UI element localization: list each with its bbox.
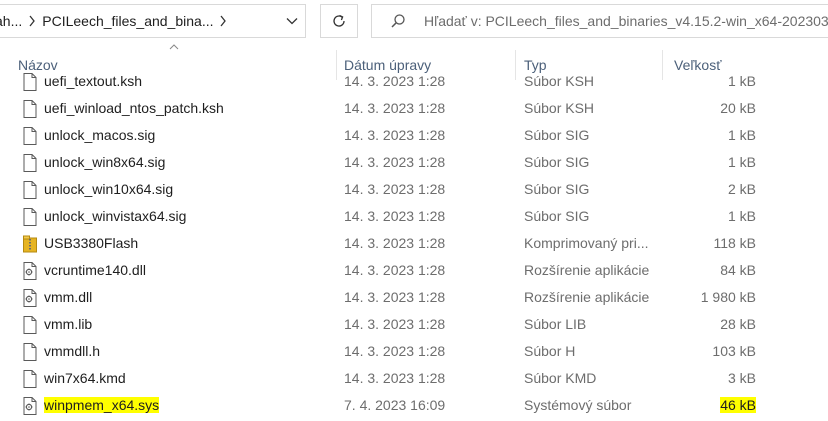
file-type: Systémový súbor: [524, 397, 632, 413]
file-type: Súbor KSH: [524, 100, 595, 116]
search-input[interactable]: Hľadať v: PCILeech_files_and_binaries_v4…: [371, 4, 828, 38]
file-date: 14. 3. 2023 1:28: [344, 235, 446, 251]
search-placeholder: Hľadať v: PCILeech_files_and_binaries_v4…: [424, 13, 828, 29]
search-icon: [372, 13, 424, 29]
file-type: Súbor KMD: [524, 370, 597, 386]
chevron-down-icon: [286, 18, 298, 25]
file-size: 1 kB: [727, 73, 756, 89]
file-date: 14. 3. 2023 1:28: [344, 370, 446, 386]
file-name: winpmem_x64.sys: [44, 397, 160, 413]
file-size: 1 kB: [727, 127, 756, 143]
file-date: 14. 3. 2023 1:28: [344, 262, 446, 278]
chevron-right-icon[interactable]: [22, 15, 42, 27]
file-size: 84 kB: [720, 262, 756, 278]
file-name: uefi_winload_ntos_patch.ksh: [44, 100, 224, 116]
refresh-button[interactable]: [320, 4, 358, 38]
file-name: vmmdll.h: [44, 343, 101, 359]
file-size: 46 kB: [720, 397, 756, 413]
file-name: USB3380Flash: [44, 235, 139, 251]
file-type: Súbor SIG: [524, 154, 590, 170]
file-row[interactable]: unlock_macos.sig 14. 3. 2023 1:28 Súbor SI…: [0, 122, 828, 149]
zip-folder-icon: [23, 235, 37, 253]
file-date: 14. 3. 2023 1:28: [344, 127, 446, 143]
blank-file-icon: [23, 370, 37, 388]
file-name: vcruntime140.dll: [44, 262, 146, 278]
file-row[interactable]: vcruntime140.dll 14. 3. 2023 1:28 Rozšíren…: [0, 257, 828, 284]
file-name: win7x64.kmd: [44, 370, 126, 386]
file-type: Súbor LIB: [524, 316, 587, 332]
file-date: 14. 3. 2023 1:28: [344, 316, 446, 332]
file-size: 1 980 kB: [700, 289, 756, 305]
file-size: 118 kB: [713, 235, 756, 251]
file-name: uefi_textout.ksh: [44, 73, 143, 89]
file-row[interactable]: USB3380Flash 14. 3. 2023 1:28 Komprimovaný…: [0, 230, 828, 257]
address-dropdown-button[interactable]: [278, 5, 306, 37]
address-bar: ah... PCILeech_files_and_bina... Hľadať …: [0, 0, 828, 44]
file-date: 14. 3. 2023 1:28: [344, 100, 446, 116]
file-date: 14. 3. 2023 1:28: [344, 208, 446, 224]
file-name: vmm.dll: [44, 289, 93, 305]
file-date: 14. 3. 2023 1:28: [344, 343, 446, 359]
file-type: Súbor SIG: [524, 208, 590, 224]
file-date: 14. 3. 2023 1:28: [344, 289, 446, 305]
file-date: 14. 3. 2023 1:28: [344, 181, 446, 197]
blank-file-icon: [23, 100, 37, 118]
file-name: unlock_win10x64.sig: [44, 181, 174, 197]
file-type: Súbor H: [524, 343, 576, 359]
sort-ascending-icon: [169, 44, 179, 50]
blank-file-icon: [23, 73, 37, 91]
file-size: 3 kB: [727, 370, 756, 386]
file-date: 14. 3. 2023 1:28: [344, 154, 446, 170]
file-size: 1 kB: [727, 208, 756, 224]
file-row[interactable]: unlock_win8x64.sig 14. 3. 2023 1:28 Súbor …: [0, 149, 828, 176]
file-name: unlock_winvistax64.sig: [44, 208, 187, 224]
file-type: Komprimovaný pri...: [524, 235, 649, 251]
breadcrumb-segment-parent[interactable]: ah...: [0, 13, 22, 29]
file-size: 103 kB: [712, 343, 756, 359]
file-name: vmm.lib: [44, 316, 93, 332]
file-name: unlock_macos.sig: [44, 127, 156, 143]
file-type: Rozšírenie aplikácie: [524, 262, 650, 278]
blank-file-icon: [23, 208, 37, 226]
file-row[interactable]: unlock_win10x64.sig 14. 3. 2023 1:28 Súbor…: [0, 176, 828, 203]
blank-file-icon: [23, 316, 37, 334]
file-type: Súbor SIG: [524, 127, 590, 143]
file-size: 2 kB: [727, 181, 756, 197]
file-row[interactable]: winpmem_x64.sys 7. 4. 2023 16:09 Systémový…: [0, 392, 828, 419]
file-type: Súbor SIG: [524, 181, 590, 197]
blank-file-icon: [23, 343, 37, 361]
chevron-right-icon[interactable]: [213, 15, 233, 27]
file-size: 1 kB: [727, 154, 756, 170]
file-size: 28 kB: [720, 316, 756, 332]
file-size: 20 kB: [720, 100, 756, 116]
file-type: Súbor KSH: [524, 73, 595, 89]
file-list: uefi_textout.ksh 14. 3. 2023 1:28 Súbor KS…: [0, 68, 828, 421]
breadcrumb[interactable]: ah... PCILeech_files_and_bina...: [0, 4, 306, 38]
blank-file-icon: [23, 127, 37, 145]
file-type: Rozšírenie aplikácie: [524, 289, 650, 305]
file-name: unlock_win8x64.sig: [44, 154, 166, 170]
file-row[interactable]: unlock_winvistax64.sig 14. 3. 2023 1:28 Sú…: [0, 203, 828, 230]
gear-file-icon: [23, 397, 37, 415]
refresh-icon: [333, 14, 345, 27]
file-row[interactable]: vmm.dll 14. 3. 2023 1:28 Rozšírenie apliká…: [0, 284, 828, 311]
blank-file-icon: [23, 154, 37, 172]
gear-file-icon: [23, 262, 37, 280]
file-row[interactable]: uefi_winload_ntos_patch.ksh 14. 3. 2023 1…: [0, 95, 828, 122]
file-date: 14. 3. 2023 1:28: [344, 73, 446, 89]
breadcrumb-segment-current[interactable]: PCILeech_files_and_bina...: [42, 13, 213, 29]
file-row[interactable]: uefi_textout.ksh 14. 3. 2023 1:28 Súbor KS…: [0, 68, 828, 95]
file-row[interactable]: win7x64.kmd 14. 3. 2023 1:28 Súbor KMD 3 kB: [0, 365, 828, 392]
blank-file-icon: [23, 181, 37, 199]
gear-file-icon: [23, 289, 37, 307]
file-date: 7. 4. 2023 16:09: [344, 397, 446, 413]
file-row[interactable]: vmmdll.h 14. 3. 2023 1:28 Súbor H 103 kB: [0, 338, 828, 365]
file-row[interactable]: vmm.lib 14. 3. 2023 1:28 Súbor LIB 28 kB: [0, 311, 828, 338]
